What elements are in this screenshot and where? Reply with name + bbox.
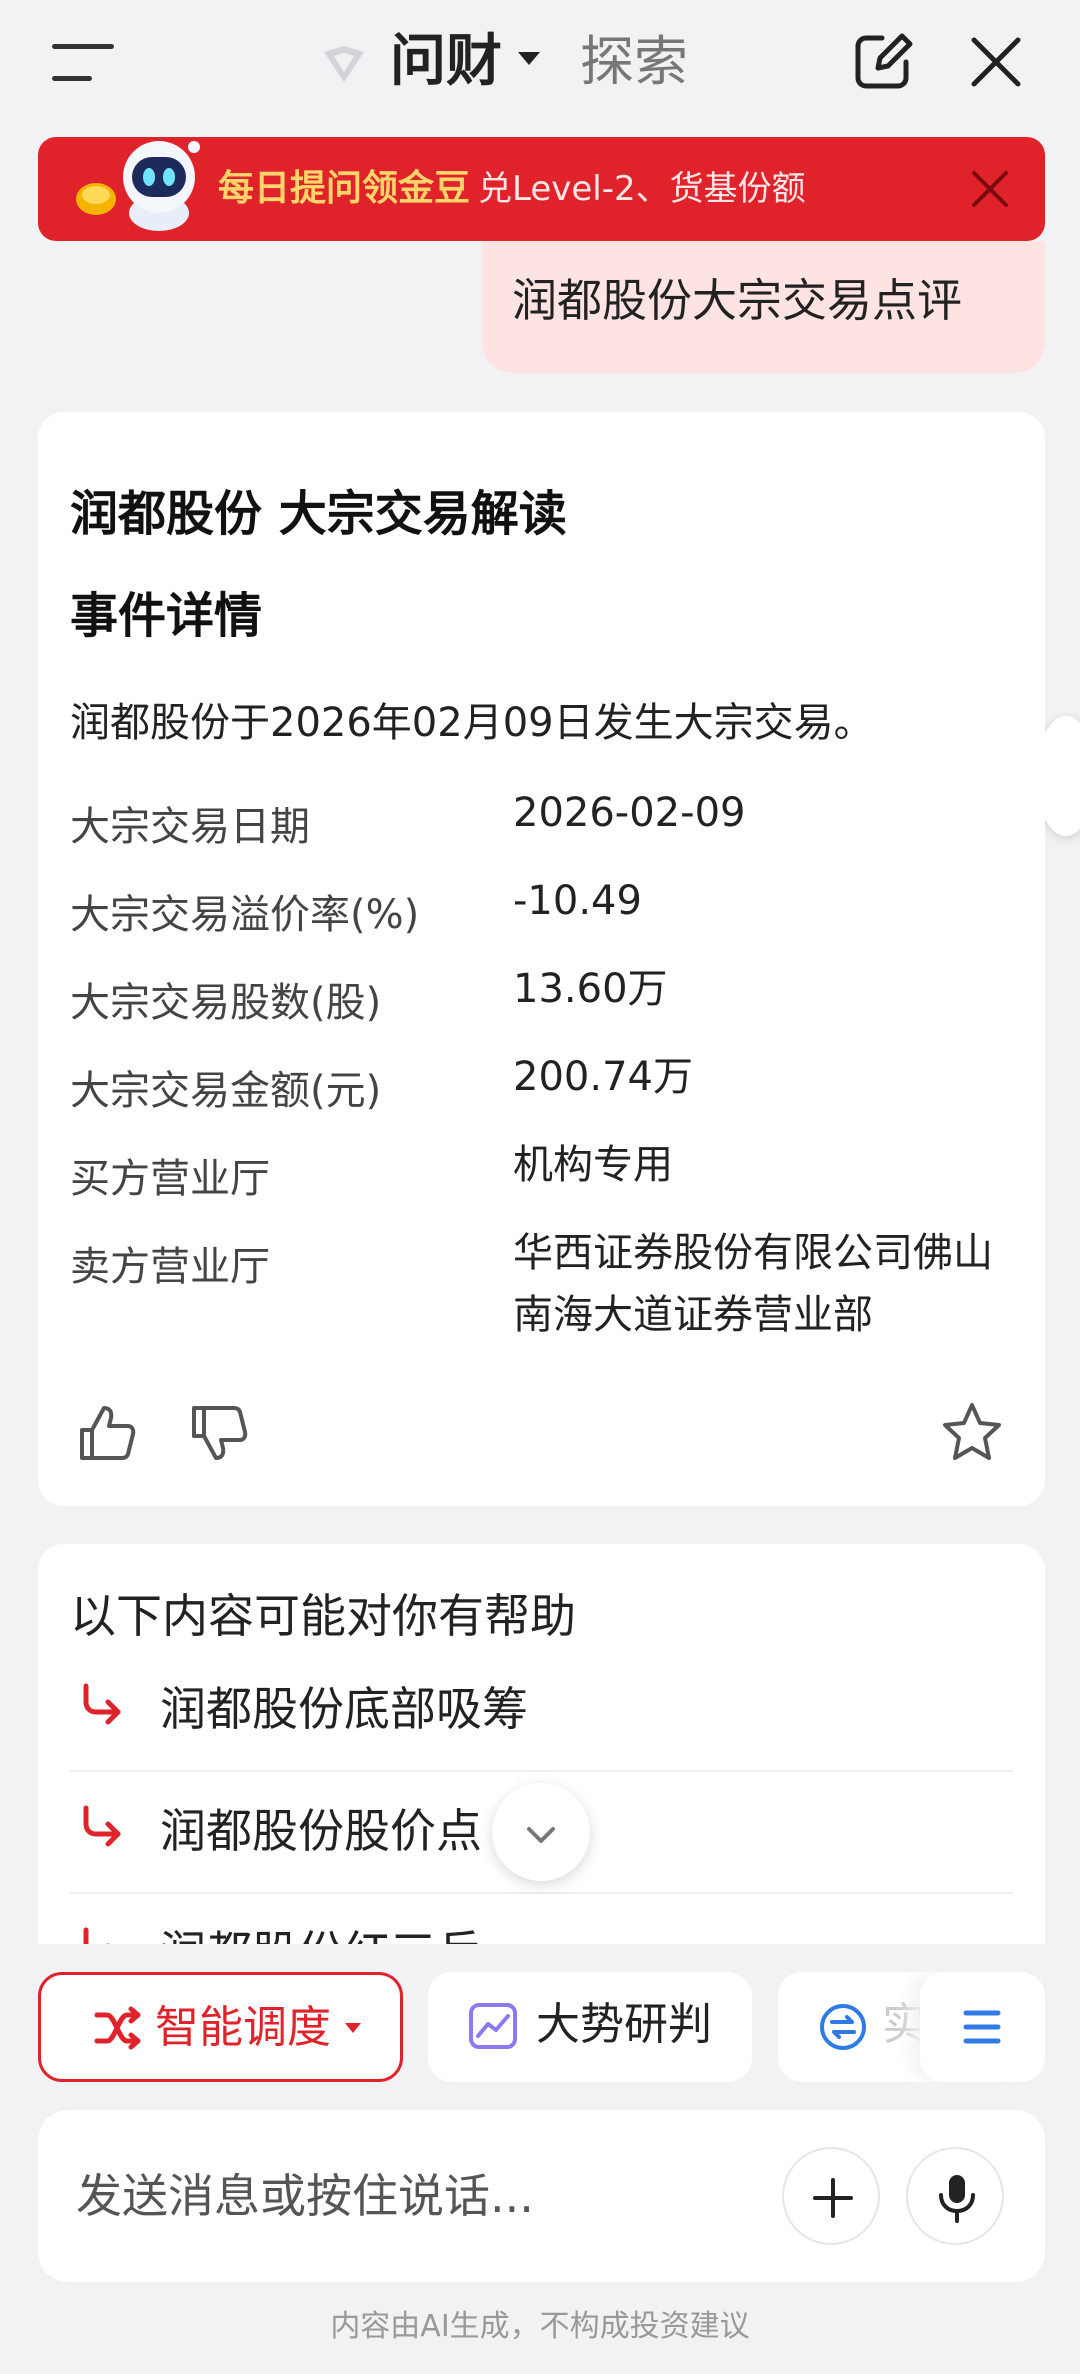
thumbs-up-icon[interactable] bbox=[76, 1402, 138, 1464]
chevron-down-icon bbox=[527, 1827, 555, 1843]
app-title[interactable]: 问财 bbox=[390, 22, 502, 102]
add-button[interactable] bbox=[782, 2147, 880, 2245]
row-label: 大宗交易金额(元) bbox=[70, 1068, 382, 1114]
row-value: 机构专用 bbox=[513, 1142, 673, 1188]
answer-title: 润都股份 大宗交易解读 bbox=[70, 486, 567, 542]
chevron-down-icon[interactable] bbox=[518, 52, 540, 65]
scroll-down-button[interactable] bbox=[492, 1783, 590, 1881]
top-bar: 问财 探索 bbox=[0, 0, 1080, 130]
user-message-bubble: 润都股份大宗交易点评 bbox=[482, 241, 1045, 373]
trend-analysis-button[interactable]: 大势研判 bbox=[428, 1972, 752, 2082]
suggestion-text: 润都股份红三兵 bbox=[160, 1894, 482, 1944]
trend-analysis-label: 大势研判 bbox=[536, 1999, 712, 2050]
suggestion-item[interactable]: 润都股份红三兵 bbox=[70, 1894, 1013, 1944]
promo-banner[interactable]: 每日提问领金豆 兑Level-2、货基份额 bbox=[38, 137, 1045, 241]
row-value: 13.60万 bbox=[513, 966, 668, 1012]
suggestions-card: 以下内容可能对你有帮助 润都股份底部吸筹 润都股份股价点 润都股份红三兵 bbox=[38, 1544, 1045, 1944]
star-icon[interactable] bbox=[940, 1400, 1004, 1464]
row-value: -10.49 bbox=[513, 878, 642, 924]
close-banner-icon[interactable] bbox=[968, 167, 1012, 211]
more-tools-button[interactable] bbox=[920, 1972, 1045, 2082]
arrow-right-curve-icon bbox=[83, 1805, 121, 1847]
row-value: 200.74万 bbox=[513, 1054, 693, 1100]
banner-subtitle: 兑Level-2、货基份额 bbox=[478, 169, 806, 209]
logo-icon bbox=[324, 46, 364, 82]
suggestion-text: 润都股份股价点 bbox=[160, 1804, 482, 1858]
trend-chart-icon bbox=[469, 2003, 517, 2049]
thumbs-down-icon[interactable] bbox=[188, 1402, 250, 1464]
microphone-icon bbox=[939, 2175, 975, 2223]
shuffle-icon bbox=[94, 2006, 141, 2050]
exchange-icon bbox=[820, 2004, 866, 2050]
user-message-text: 润都股份大宗交易点评 bbox=[512, 274, 963, 327]
arrow-right-curve-icon bbox=[83, 1683, 121, 1725]
row-label: 卖方营业厅 bbox=[70, 1244, 270, 1290]
edit-icon[interactable] bbox=[852, 30, 914, 92]
suggestion-item[interactable]: 润都股份底部吸筹 bbox=[70, 1650, 1013, 1772]
tab-explore[interactable]: 探索 bbox=[580, 22, 688, 102]
row-label: 大宗交易股数(股) bbox=[70, 980, 382, 1026]
voice-button[interactable] bbox=[906, 2147, 1004, 2245]
message-input-placeholder[interactable]: 发送消息或按住说话... bbox=[76, 2110, 534, 2282]
plus-icon bbox=[813, 2178, 853, 2218]
smart-dispatch-button[interactable]: 智能调度 bbox=[38, 1972, 403, 2082]
robot-mascot-icon bbox=[76, 141, 200, 231]
close-icon[interactable] bbox=[966, 32, 1026, 92]
row-label: 大宗交易日期 bbox=[70, 804, 310, 850]
list-icon bbox=[963, 2010, 1001, 2044]
row-value: 2026-02-09 bbox=[513, 790, 746, 836]
arrow-right-curve-icon bbox=[83, 1927, 110, 1944]
banner-title: 每日提问领金豆 bbox=[218, 168, 471, 209]
answer-card: 润都股份 大宗交易解读 事件详情 润都股份于2026年02月09日发生大宗交易。… bbox=[38, 412, 1045, 1506]
answer-summary: 润都股份于2026年02月09日发生大宗交易。 bbox=[70, 700, 874, 746]
suggestion-text: 润都股份底部吸筹 bbox=[160, 1682, 528, 1736]
row-label: 买方营业厅 bbox=[70, 1156, 270, 1202]
row-label: 大宗交易溢价率(%) bbox=[70, 892, 420, 938]
section-heading: 事件详情 bbox=[70, 588, 263, 644]
suggestions-title: 以下内容可能对你有帮助 bbox=[70, 1589, 576, 1643]
message-input-box[interactable]: 发送消息或按住说话... bbox=[38, 2110, 1045, 2282]
ai-disclaimer: 内容由AI生成，不构成投资建议 bbox=[330, 2309, 750, 2344]
smart-dispatch-label: 智能调度 bbox=[155, 2002, 331, 2053]
row-value: 华西证券股份有限公司佛山南海大道证券营业部 bbox=[513, 1230, 993, 1338]
caret-down-icon bbox=[345, 2023, 361, 2033]
menu-icon[interactable] bbox=[52, 40, 122, 84]
